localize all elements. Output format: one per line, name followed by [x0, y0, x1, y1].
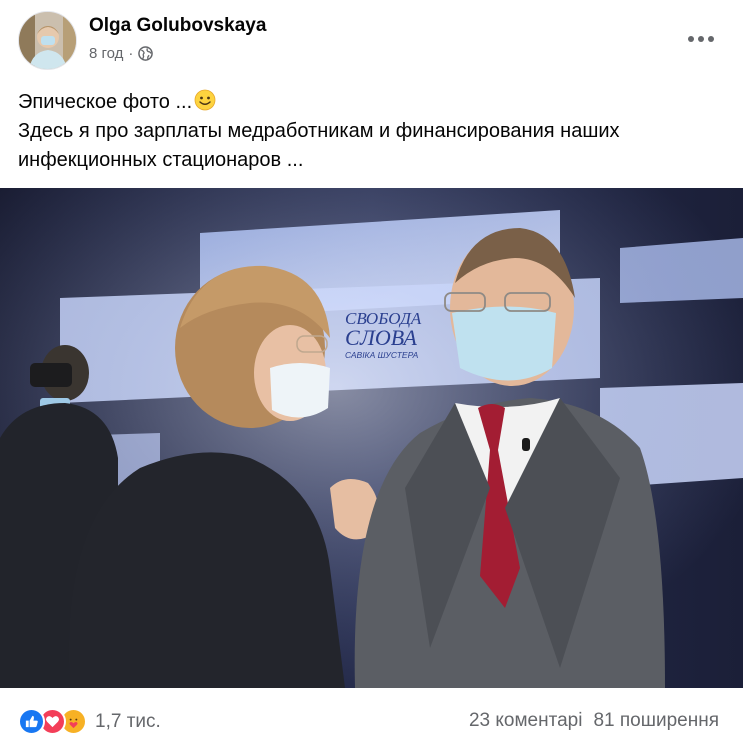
- photo-logo-line2: СЛОВА: [345, 325, 417, 350]
- post-photo[interactable]: СВОБОДА СЛОВА САВІКА ШУСТЕРА: [0, 188, 743, 688]
- post-text: Эпическое фото ... Здесь я про зарплаты …: [18, 88, 728, 175]
- photo-logo-line3: САВІКА ШУСТЕРА: [345, 350, 419, 360]
- reactions-count[interactable]: 1,7 тис.: [95, 711, 161, 733]
- shares-count[interactable]: 81 поширення: [593, 710, 719, 732]
- post-meta: 8 год ·: [89, 45, 154, 62]
- reactions-summary[interactable]: 1,7 тис.: [18, 708, 161, 735]
- more-options-icon[interactable]: [683, 24, 719, 54]
- author-avatar[interactable]: [18, 11, 77, 70]
- post-text-line-1-content: Эпическое фото ...: [18, 91, 193, 113]
- smiling-face-icon: [194, 89, 216, 111]
- feed-post: Olga Golubovskaya 8 год · Эпическое фото…: [0, 0, 743, 748]
- post-time[interactable]: 8 год: [89, 45, 123, 62]
- like-icon: [18, 708, 45, 735]
- author-name[interactable]: Olga Golubovskaya: [89, 15, 266, 37]
- post-text-line-2: Здесь я про зарплаты медработникам и фин…: [18, 120, 620, 142]
- post-text-line-1: Эпическое фото ...: [18, 88, 728, 117]
- comments-count[interactable]: 23 коментарі: [469, 710, 582, 732]
- post-footer: 1,7 тис. 23 коментарі 81 поширення: [0, 690, 743, 748]
- post-stats: 23 коментарі 81 поширення: [469, 710, 719, 732]
- globe-icon[interactable]: [138, 46, 154, 61]
- post-text-line-3: инфекционных стационаров ...: [18, 149, 304, 171]
- meta-separator: ·: [128, 45, 134, 62]
- post-header: Olga Golubovskaya 8 год ·: [0, 0, 743, 80]
